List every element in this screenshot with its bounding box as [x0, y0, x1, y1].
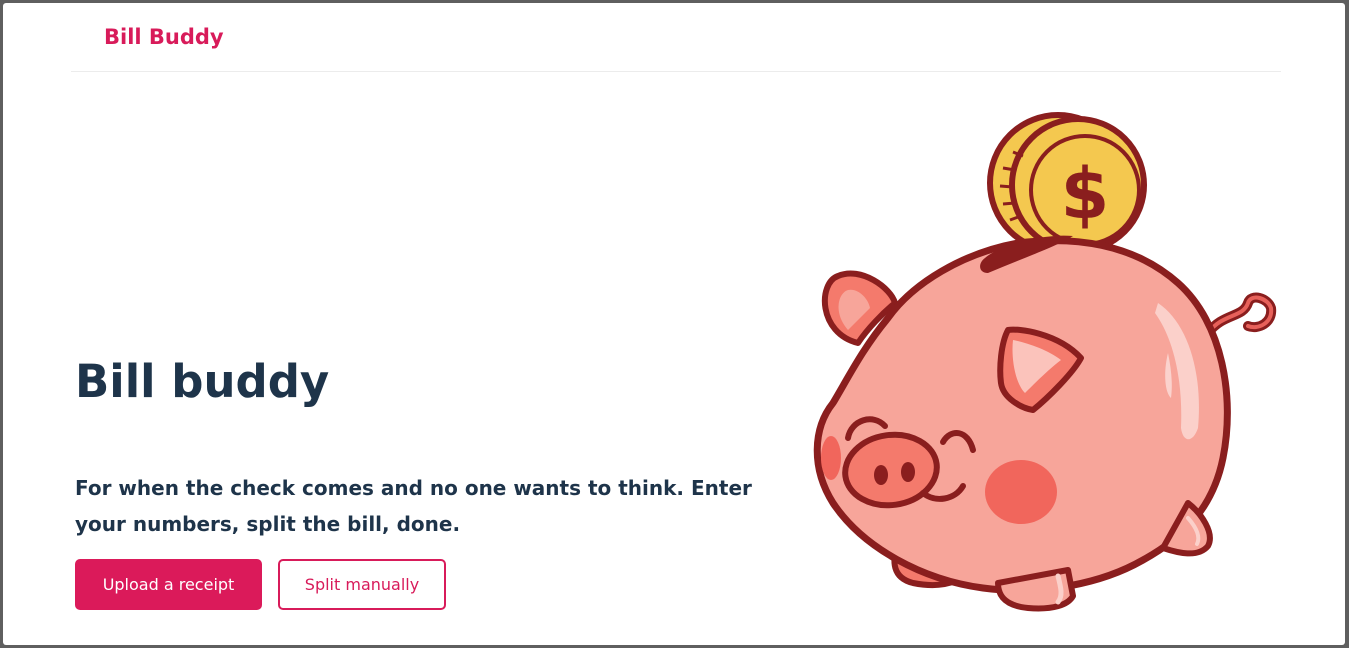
brand-link[interactable]: Bill Buddy: [104, 25, 224, 49]
piggy-bank-with-coin-icon: $: [813, 112, 1277, 612]
hero-subtitle: For when the check comes and no one want…: [75, 476, 752, 536]
svg-text:$: $: [1061, 153, 1110, 235]
pig-tail: [1203, 292, 1277, 338]
dollar-coin-icon: $: [987, 112, 1147, 254]
browser-viewport: Bill Buddy Bill buddy For when the check…: [3, 3, 1345, 645]
top-navbar: Bill Buddy: [71, 3, 1281, 72]
pig-cheek: [985, 460, 1057, 524]
split-manually-button[interactable]: Split manually: [278, 559, 446, 610]
hero-title: Bill buddy: [75, 355, 330, 408]
upload-receipt-button[interactable]: Upload a receipt: [75, 559, 262, 610]
